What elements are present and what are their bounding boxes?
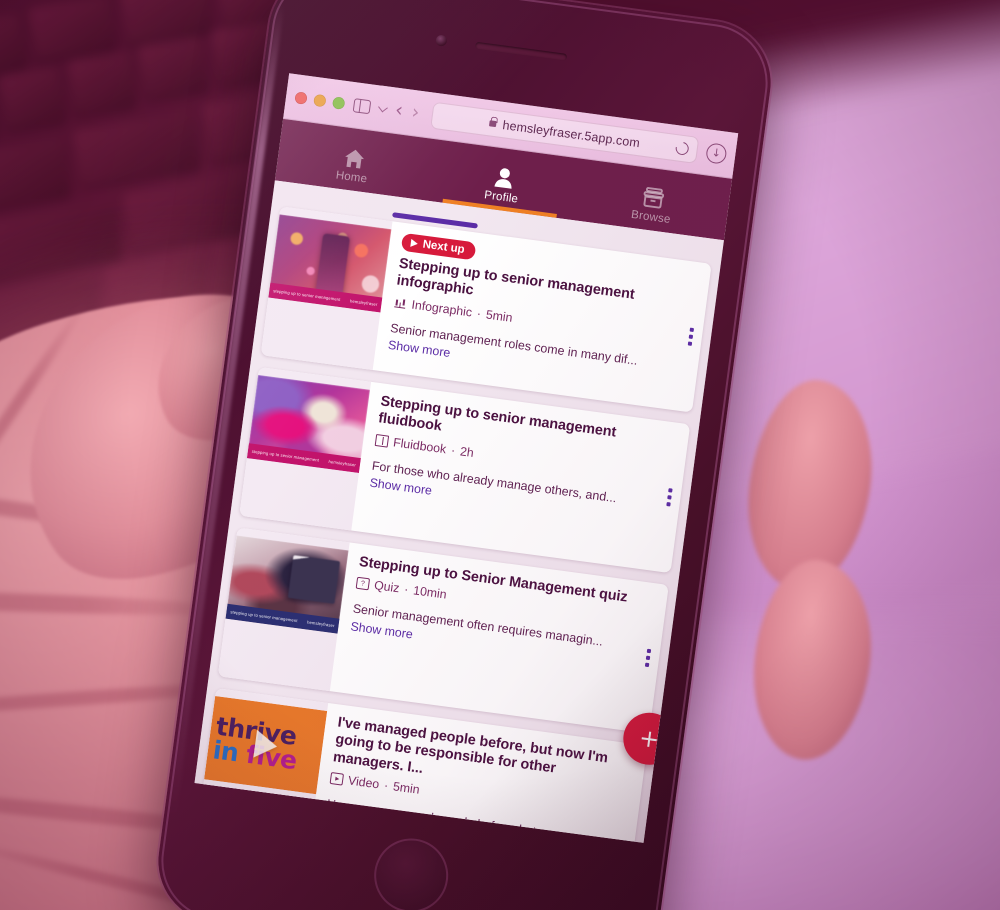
card-content: Stepping up to senior management fluidbo… [351,382,690,573]
lock-icon [489,119,498,127]
card-duration: 2h [459,443,475,460]
card-duration: 5min [485,307,514,325]
chevron-down-icon [378,102,388,112]
photo-scene: ‹ › hemsleyfraser.5app.com ↓ Home Profil… [0,0,1000,910]
card-thumbnail-column: stepping up to senior management hemsley… [239,366,372,531]
thumbnail-caption-right: hemsleyfraser [306,619,335,629]
card-thumbnail: thrive in five [204,695,328,795]
infographic-icon [393,296,407,310]
back-button[interactable]: ‹ [394,99,404,122]
thumbnail-caption-right: hemsleyfraser [328,458,357,468]
card-thumbnail: stepping up to senior management hemsley… [268,214,392,313]
card-type: Fluidbook [392,434,448,456]
card-thumbnail-column: stepping up to senior management hemsley… [260,206,393,370]
sidebar-toggle-button[interactable] [352,97,372,114]
meta-separator: · [450,442,457,458]
quiz-icon: ? [355,577,371,591]
thumbnail-caption-right: hemsleyfraser [349,298,378,307]
zoom-window-button[interactable] [332,95,346,110]
minimize-window-button[interactable] [313,93,327,107]
tab-overview-button[interactable] [378,102,388,114]
card-type: Infographic [410,297,473,320]
thumbnail-caption-left: stepping up to senior management [272,288,341,303]
thumbnail-caption-left: stepping up to senior management [230,609,298,624]
content-feed[interactable]: stepping up to senior management hemsley… [194,180,724,843]
meta-separator: · [476,305,483,321]
badge-label: Next up [421,238,466,257]
card-type: Video [347,773,381,792]
forward-button[interactable]: › [410,101,420,124]
phone-screen: ‹ › hemsleyfraser.5app.com ↓ Home Profil… [194,73,739,843]
card-duration: 10min [412,583,448,602]
thumbnail-caption-left: stepping up to senior management [251,448,320,463]
card-thumbnail: stepping up to senior management hemsley… [246,374,371,474]
reload-icon[interactable] [673,139,692,158]
meta-separator: · [383,778,390,793]
downloads-button[interactable]: ↓ [705,141,728,165]
card-thumbnail: stepping up to senior management hemsley… [225,535,349,634]
play-overlay-icon[interactable] [252,729,279,761]
url-text: hemsleyfraser.5app.com [501,117,641,150]
window-traffic-lights[interactable] [294,90,346,110]
book-icon [374,433,390,448]
card-type: Quiz [373,578,401,596]
card-thumbnail-column: stepping up to senior management hemsley… [217,527,350,692]
sidebar-toggle-icon [352,97,372,114]
close-window-button[interactable] [294,90,308,105]
play-icon [410,238,419,248]
meta-separator: · [403,582,410,597]
card-duration: 5min [392,779,421,797]
video-icon [329,771,345,786]
thumbnail-text-in: in [211,735,249,769]
card-content: Stepping up to Senior Management quiz ? … [330,542,669,733]
